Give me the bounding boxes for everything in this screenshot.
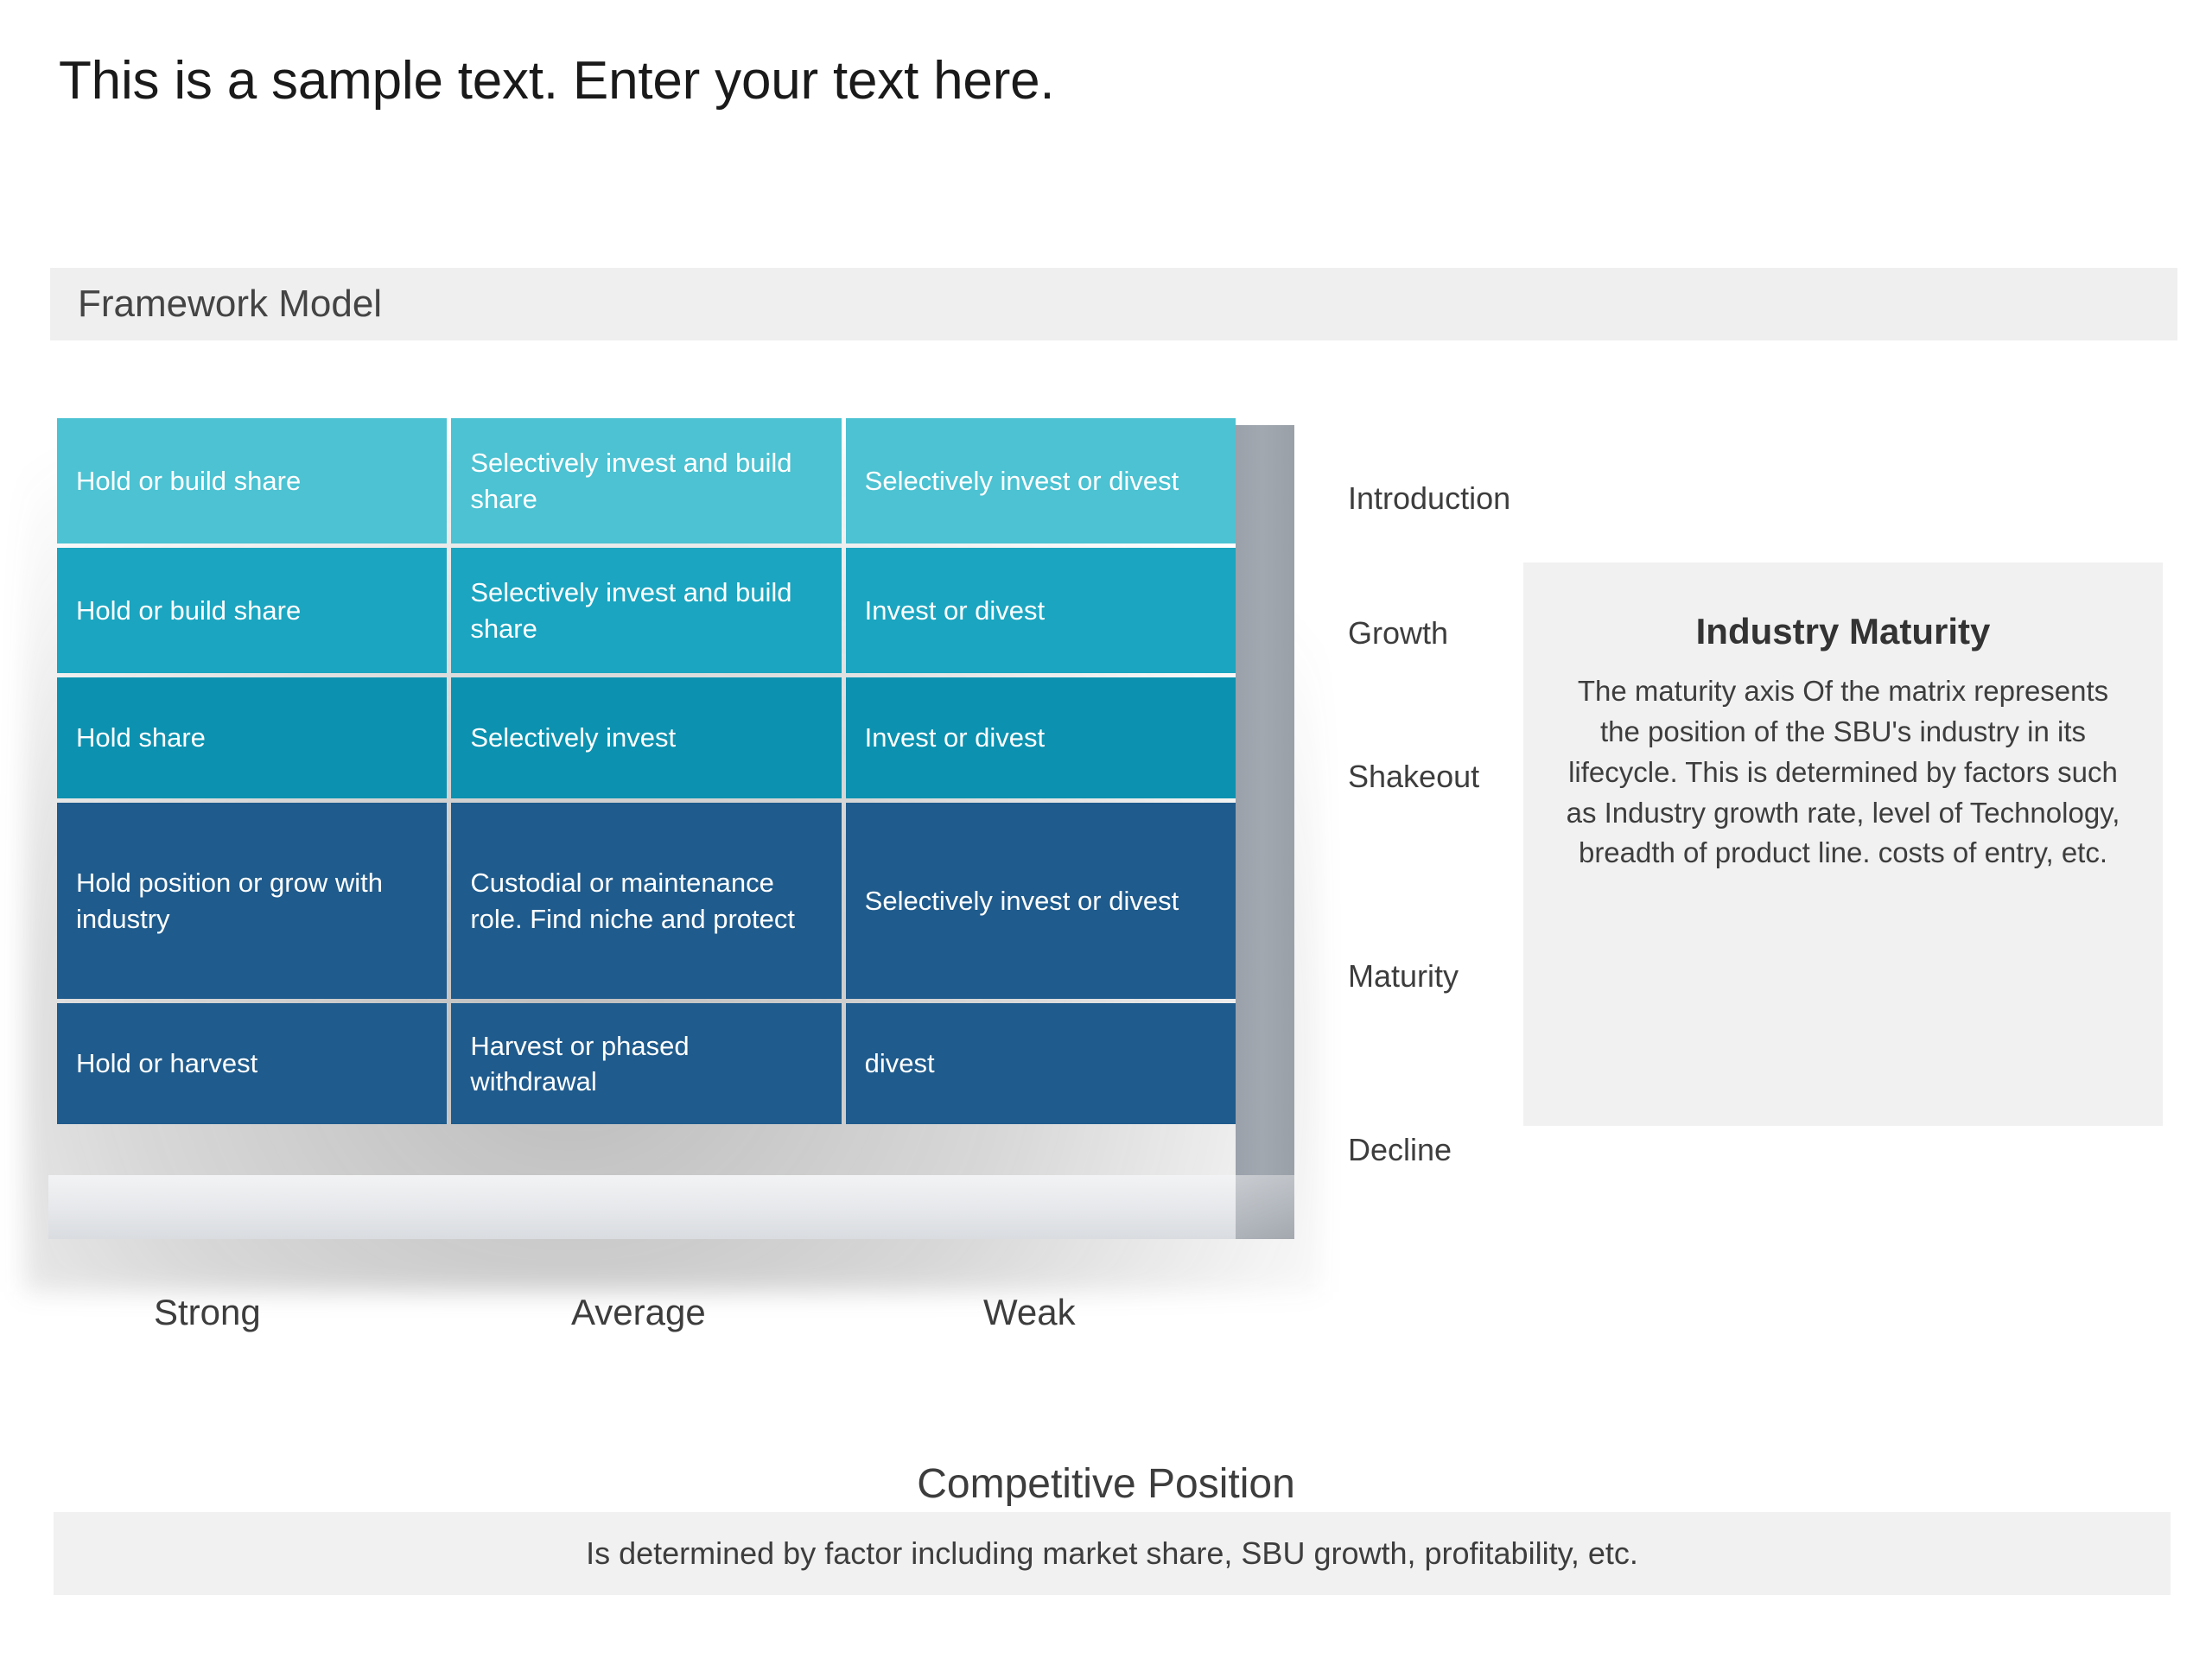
matrix-cell[interactable]: Invest or divest: [845, 548, 1236, 673]
row-label-decline: Decline: [1348, 1132, 1452, 1167]
industry-maturity-panel: Industry Maturity The maturity axis Of t…: [1523, 563, 2163, 1126]
competitive-position-title: Competitive Position: [917, 1461, 1295, 1507]
matrix-cell-text: Invest or divest: [864, 594, 1046, 626]
matrix-slab-side-face: [1236, 425, 1294, 1229]
competitive-position-description: Is determined by factor including market…: [586, 1535, 1638, 1571]
page-title: This is a sample text. Enter your text h…: [59, 51, 1055, 111]
matrix-cell-text: Custodial or maintenance role. Find nich…: [470, 868, 795, 934]
matrix-slab-corner-face: [1236, 1175, 1294, 1239]
matrix-cell-text: Hold or build share: [76, 465, 302, 496]
matrix-grid: Hold or build share Selectively invest a…: [57, 418, 1236, 1124]
row-label-growth: Growth: [1348, 615, 1449, 651]
column-label-weak: Weak: [983, 1292, 1076, 1332]
matrix-cell[interactable]: Invest or divest: [845, 677, 1236, 798]
matrix-cell-text: Selectively invest and build share: [470, 577, 792, 644]
matrix-cell-text: Harvest or phased withdrawal: [470, 1030, 690, 1096]
matrix-cell[interactable]: Selectively invest: [451, 677, 842, 798]
matrix-cell-text: Hold or build share: [76, 594, 302, 626]
industry-maturity-title: Industry Maturity: [1695, 611, 1991, 652]
matrix-cell-text: Invest or divest: [864, 722, 1046, 753]
matrix-slab-bottom-face: [48, 1175, 1294, 1239]
matrix-cell[interactable]: Hold position or grow with industry: [57, 803, 448, 999]
column-label-strong: Strong: [154, 1292, 261, 1332]
matrix-cell-text: Selectively invest or divest: [864, 885, 1179, 916]
matrix-cell-text: Selectively invest: [470, 722, 677, 753]
strategy-matrix: Hold or build share Selectively invest a…: [24, 418, 1320, 1292]
matrix-cell[interactable]: Custodial or maintenance role. Find nich…: [451, 803, 842, 999]
matrix-cell[interactable]: Hold or harvest: [57, 1003, 448, 1124]
matrix-cell[interactable]: Selectively invest or divest: [845, 418, 1236, 543]
row-label-shakeout: Shakeout: [1348, 759, 1480, 794]
matrix-cell-text: divest: [864, 1048, 935, 1079]
matrix-cell[interactable]: Hold or build share: [57, 418, 448, 543]
matrix-cell[interactable]: divest: [845, 1003, 1236, 1124]
matrix-cell-text: Hold position or grow with industry: [76, 868, 383, 934]
competitive-position-bar: Is determined by factor including market…: [54, 1512, 2171, 1595]
industry-maturity-body: The maturity axis Of the matrix represen…: [1566, 675, 2120, 869]
column-label-average: Average: [571, 1292, 706, 1332]
matrix-cell[interactable]: Hold share: [57, 677, 448, 798]
matrix-cell-text: Selectively invest and build share: [470, 448, 792, 514]
matrix-cell[interactable]: Selectively invest and build share: [451, 548, 842, 673]
matrix-cell[interactable]: Harvest or phased withdrawal: [451, 1003, 842, 1124]
row-label-introduction: Introduction: [1348, 480, 1511, 516]
section-header-label: Framework Model: [78, 283, 383, 325]
matrix-cell-text: Selectively invest or divest: [864, 465, 1179, 496]
row-label-maturity: Maturity: [1348, 958, 1459, 994]
matrix-cell[interactable]: Hold or build share: [57, 548, 448, 673]
matrix-cell[interactable]: Selectively invest or divest: [845, 803, 1236, 999]
matrix-cell-text: Hold or harvest: [76, 1048, 258, 1079]
matrix-cell[interactable]: Selectively invest and build share: [451, 418, 842, 543]
section-header-bar: Framework Model: [50, 268, 2177, 340]
matrix-cell-text: Hold share: [76, 722, 206, 753]
